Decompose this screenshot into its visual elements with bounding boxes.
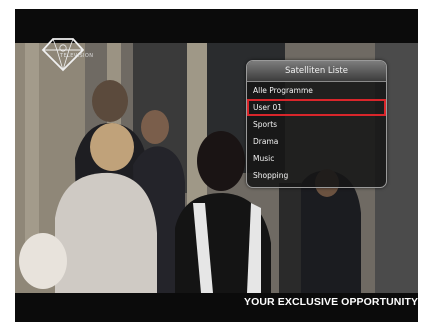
list-item-drama[interactable]: Drama <box>247 133 386 150</box>
list-item-shopping[interactable]: Shopping <box>247 167 386 184</box>
list-item-music[interactable]: Music <box>247 150 386 167</box>
ticker-text: YOUR EXCLUSIVE OPPORTUNITY T <box>244 296 428 308</box>
list-item-sports[interactable]: Sports <box>247 116 386 133</box>
list-item-alle-programme[interactable]: Alle Programme <box>247 82 386 99</box>
satellite-list: Alle Programme User 01 Sports Drama Musi… <box>247 82 386 184</box>
satellite-list-title: Satelliten Liste <box>247 61 386 82</box>
channel-logo-label: TELEVISION <box>60 53 94 59</box>
list-item-user-01[interactable]: User 01 <box>247 99 386 116</box>
satellite-list-panel: Satelliten Liste Alle Programme User 01 … <box>246 60 387 188</box>
tv-screen: TELEVISION Satelliten Liste Alle Program… <box>15 9 418 322</box>
